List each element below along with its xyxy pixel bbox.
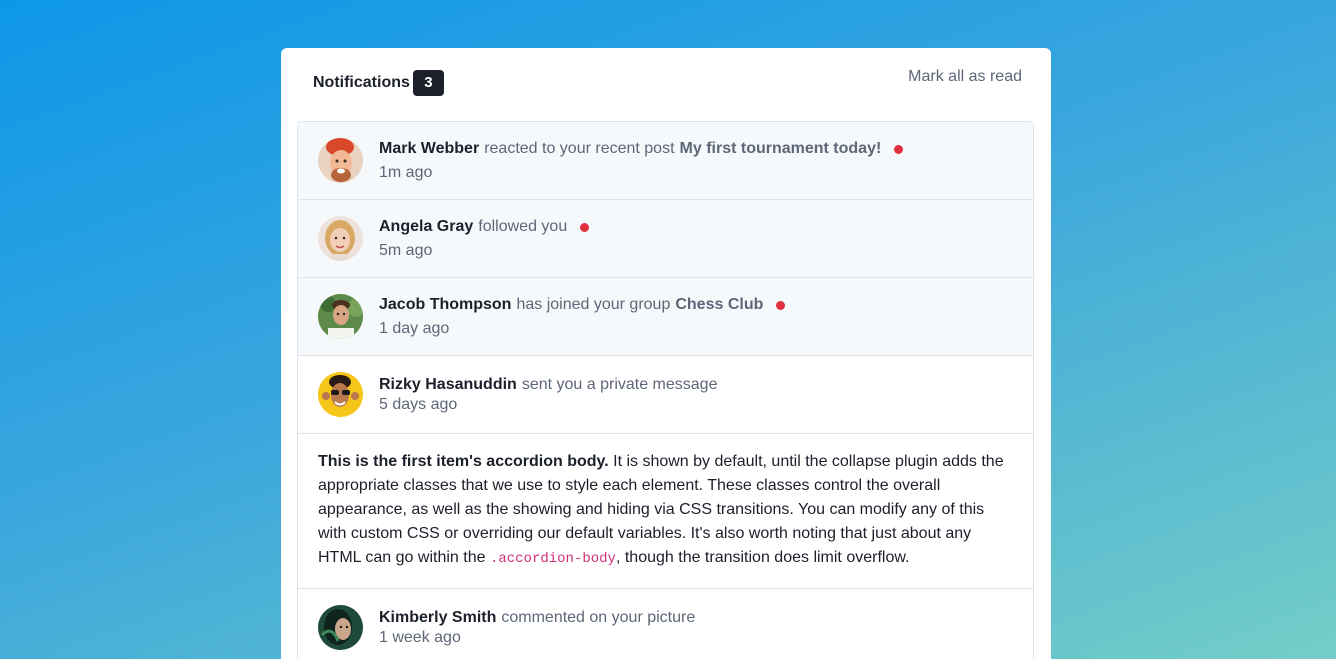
notification-time: 5m ago <box>379 242 433 259</box>
notification-user-name[interactable]: Angela Gray <box>379 218 473 236</box>
accordion-body-bold: This is the first item's accordion body. <box>318 453 609 470</box>
notification-user-name[interactable]: Mark Webber <box>379 140 479 158</box>
notification-text: Angela Gray followed you 5m ago <box>379 218 590 260</box>
notification-item[interactable]: Angela Gray followed you 5m ago <box>298 200 1033 278</box>
avatar <box>318 372 363 417</box>
unread-dot-icon <box>580 222 590 232</box>
notification-time: 5 days ago <box>379 396 458 413</box>
page-title: Notifications <box>313 74 410 91</box>
notification-text: Mark Webber reacted to your recent post … <box>379 140 904 182</box>
avatar <box>318 216 363 261</box>
notifications-card: Notifications 3 Mark all as read Mark We… <box>281 48 1051 659</box>
notification-target-link[interactable]: My first tournament today! <box>680 140 882 158</box>
notification-target-link[interactable]: Chess Club <box>675 296 763 314</box>
avatar <box>318 294 363 339</box>
notification-list: Mark Webber reacted to your recent post … <box>297 121 1034 659</box>
notification-action: reacted to your recent post <box>484 140 675 157</box>
unread-count-badge: 3 <box>412 70 444 96</box>
notification-action: has joined your group <box>516 296 671 313</box>
notification-user-name[interactable]: Jacob Thompson <box>379 296 511 314</box>
notification-item[interactable]: Kimberly Smith commented on your picture… <box>298 589 1033 659</box>
notification-action: sent you a private message <box>521 376 718 393</box>
notification-text: Jacob Thompson has joined your group Che… <box>379 296 786 338</box>
notifications-title-group: Notifications 3 <box>313 70 444 96</box>
notifications-header: Notifications 3 Mark all as read <box>313 48 1022 120</box>
notification-user-name[interactable]: Rizky Hasanuddin <box>379 376 517 394</box>
unread-dot-icon <box>776 300 786 310</box>
notification-user-name[interactable]: Kimberly Smith <box>379 609 496 627</box>
avatar <box>318 605 363 650</box>
notification-item[interactable]: Mark Webber reacted to your recent post … <box>298 122 1033 200</box>
notification-text: Rizky Hasanuddin sent you a private mess… <box>379 376 722 414</box>
notification-action: followed you <box>478 218 568 235</box>
mark-all-read-button[interactable]: Mark all as read <box>908 68 1022 86</box>
unread-dot-icon <box>894 144 904 154</box>
avatar <box>318 138 363 183</box>
notification-item[interactable]: Rizky Hasanuddin sent you a private mess… <box>298 356 1033 434</box>
notification-item[interactable]: Jacob Thompson has joined your group Che… <box>298 278 1033 356</box>
notification-action: commented on your picture <box>501 609 696 626</box>
notification-time: 1 day ago <box>379 320 450 337</box>
accordion-body: This is the first item's accordion body.… <box>298 434 1033 589</box>
notification-time: 1m ago <box>379 164 433 181</box>
notification-time: 1 week ago <box>379 629 461 646</box>
accordion-body-text-2: , though the transition does limit overf… <box>615 549 910 566</box>
accordion-body-code: .accordion-body <box>489 551 616 567</box>
notification-text: Kimberly Smith commented on your picture… <box>379 609 700 647</box>
